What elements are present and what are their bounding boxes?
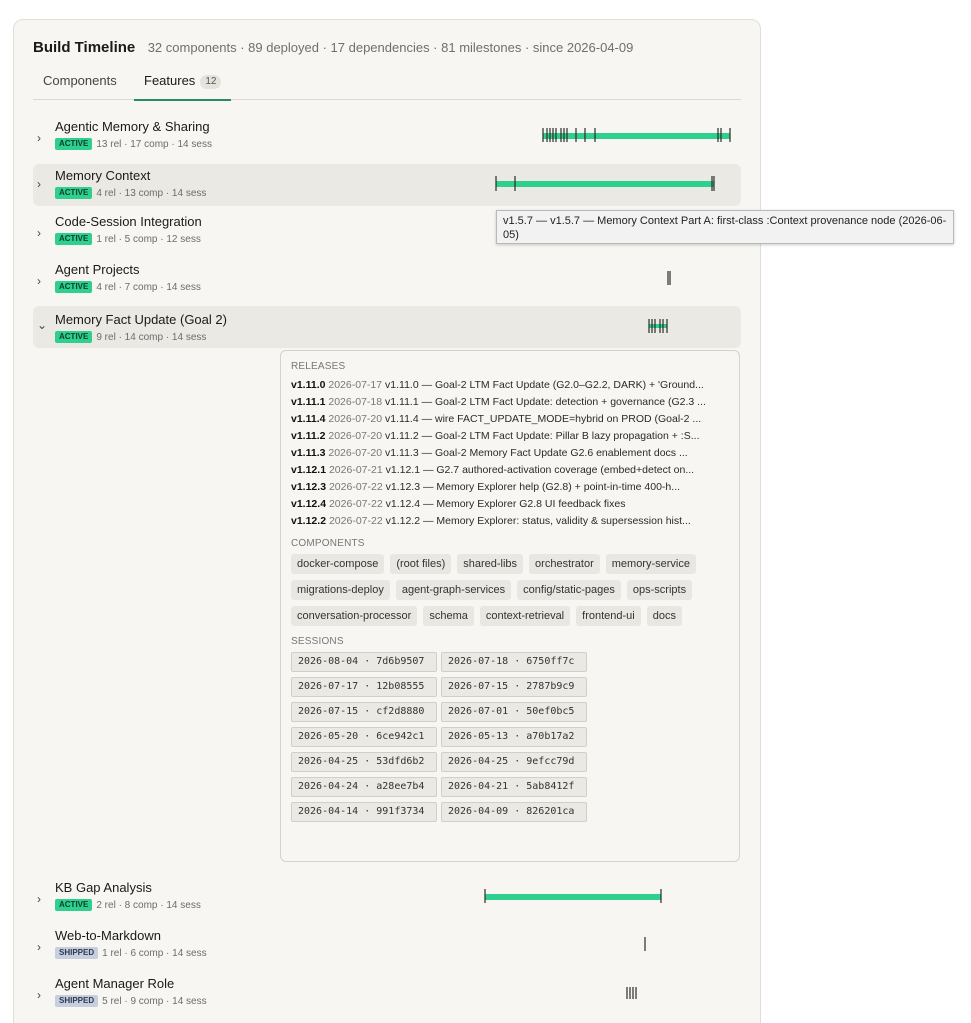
status-badge: ACTIVE xyxy=(55,233,93,245)
feature-name: Code-Session Integration xyxy=(55,214,202,229)
feature-timeline xyxy=(648,319,668,333)
components-label: COMPONENTS xyxy=(291,538,365,549)
timeline-bar xyxy=(543,133,730,139)
component-chip[interactable]: schema xyxy=(423,606,474,626)
component-chip[interactable]: conversation-processor xyxy=(291,606,418,626)
component-chip[interactable]: agent-graph-services xyxy=(395,580,512,600)
session-chip[interactable]: 2026-04-14 · 991f3734 xyxy=(291,802,437,822)
feature-row[interactable]: › Web-to-Markdown SHIPPED 1 rel · 6 comp … xyxy=(33,927,741,969)
feature-row[interactable]: › Agentic Memory & Sharing ACTIVE 13 rel … xyxy=(33,118,741,160)
release-item[interactable]: v1.12.3 2026-07-22 v1.12.3 — Memory Expl… xyxy=(291,479,731,496)
releases-list: v1.11.0 2026-07-17 v1.11.0 — Goal-2 LTM … xyxy=(291,377,729,530)
session-chip[interactable]: 2026-07-18 · 6750ff7c xyxy=(441,652,587,672)
component-chip[interactable]: memory-service xyxy=(605,554,696,574)
component-chip[interactable]: context-retrieval xyxy=(479,606,571,626)
tab-features-label: Features xyxy=(144,73,196,88)
session-chip[interactable]: 2026-04-25 · 53dfd6b2 xyxy=(291,752,437,772)
tab-features[interactable]: Features 12 xyxy=(134,72,232,101)
release-item[interactable]: v1.12.2 2026-07-22 v1.12.2 — Memory Expl… xyxy=(291,513,731,530)
feature-stats: 1 rel · 5 comp · 12 sess xyxy=(96,234,201,245)
session-chip[interactable]: 2026-07-01 · 50ef0bc5 xyxy=(441,702,587,722)
release-item[interactable]: v1.12.4 2026-07-22 v1.12.4 — Memory Expl… xyxy=(291,496,731,513)
feature-timeline xyxy=(644,937,646,951)
sessions-label: SESSIONS xyxy=(291,636,344,647)
session-chip[interactable]: 2026-07-15 · 2787b9c9 xyxy=(441,677,587,697)
session-chip[interactable]: 2026-04-24 · a28ee7b4 xyxy=(291,777,437,797)
session-chip[interactable]: 2026-08-04 · 7d6b9507 xyxy=(291,652,437,672)
sessions-list: 2026-08-04 · 7d6b9507 2026-07-18 · 6750f… xyxy=(291,652,729,822)
feature-row[interactable]: › Agent Projects ACTIVE 4 rel · 7 comp · … xyxy=(33,261,741,303)
timeline-bar xyxy=(496,181,714,187)
component-chip[interactable]: docs xyxy=(646,606,682,626)
release-item[interactable]: v1.11.4 2026-07-20 v1.11.4 — wire FACT_U… xyxy=(291,411,731,428)
feature-meta: ACTIVE 1 rel · 5 comp · 12 sess xyxy=(55,233,201,245)
component-chip[interactable]: docker-compose xyxy=(291,554,385,574)
feature-row[interactable]: › Agent Manager Role SHIPPED 5 rel · 9 co… xyxy=(33,975,741,1017)
feature-timeline xyxy=(667,271,671,285)
features-count-badge: 12 xyxy=(200,75,222,89)
summary-text: 32 components · 89 deployed · 17 depende… xyxy=(147,40,634,55)
tab-components-label: Components xyxy=(43,73,117,88)
component-chip[interactable]: frontend-ui xyxy=(576,606,641,626)
feature-timeline xyxy=(495,176,715,191)
session-chip[interactable]: 2026-05-13 · a70b17a2 xyxy=(441,727,587,747)
session-chip[interactable]: 2026-07-17 · 12b08555 xyxy=(291,677,437,697)
release-item[interactable]: v1.11.2 2026-07-20 v1.11.2 — Goal-2 LTM … xyxy=(291,428,731,445)
session-chip[interactable]: 2026-04-09 · 826201ca xyxy=(441,802,587,822)
feature-detail-panel: RELEASES v1.11.0 2026-07-17 v1.11.0 — Go… xyxy=(280,350,740,862)
release-item[interactable]: v1.12.1 2026-07-21 v1.12.1 — G2.7 author… xyxy=(291,462,731,479)
component-chip[interactable]: config/static-pages xyxy=(517,580,621,600)
session-chip[interactable]: 2026-05-20 · 6ce942c1 xyxy=(291,727,437,747)
component-chip[interactable]: shared-libs xyxy=(457,554,524,574)
chevron-right-icon[interactable]: › xyxy=(37,227,47,239)
component-chip[interactable]: (root files) xyxy=(390,554,452,574)
timeline-bar xyxy=(485,894,661,900)
component-chip[interactable]: ops-scripts xyxy=(626,580,693,600)
tab-components[interactable]: Components xyxy=(43,72,117,100)
feature-row[interactable]: › KB Gap Analysis ACTIVE 2 rel · 8 comp ·… xyxy=(33,879,741,921)
components-list: docker-compose (root files) shared-libs … xyxy=(291,554,731,632)
release-item[interactable]: v1.11.1 2026-07-18 v1.11.1 — Goal-2 LTM … xyxy=(291,394,731,411)
header: Build Timeline 32 components · 89 deploy… xyxy=(33,39,633,57)
feature-timeline xyxy=(626,987,637,999)
timeline-tooltip: v1.5.7 — v1.5.7 — Memory Context Part A:… xyxy=(496,210,954,244)
feature-row-expanded[interactable]: ⌄ Memory Fact Update (Goal 2) ACTIVE 9 re… xyxy=(33,306,741,348)
session-chip[interactable]: 2026-04-25 · 9efcc79d xyxy=(441,752,587,772)
releases-label: RELEASES xyxy=(291,361,346,372)
component-chip[interactable]: migrations-deploy xyxy=(291,580,390,600)
feature-row[interactable]: › Memory Context ACTIVE 4 rel · 13 comp ·… xyxy=(33,164,741,206)
release-item[interactable]: v1.11.0 2026-07-17 v1.11.0 — Goal-2 LTM … xyxy=(291,377,731,394)
component-chip[interactable]: orchestrator xyxy=(529,554,600,574)
tab-bar: Components Features 12 xyxy=(33,72,741,101)
feature-timeline xyxy=(484,889,662,903)
page-title: Build Timeline xyxy=(33,39,136,56)
feature-timeline xyxy=(542,128,731,142)
release-item[interactable]: v1.11.3 2026-07-20 v1.11.3 — Goal-2 Memo… xyxy=(291,445,731,462)
session-chip[interactable]: 2026-04-21 · 5ab8412f xyxy=(441,777,587,797)
session-chip[interactable]: 2026-07-15 · cf2d8880 xyxy=(291,702,437,722)
